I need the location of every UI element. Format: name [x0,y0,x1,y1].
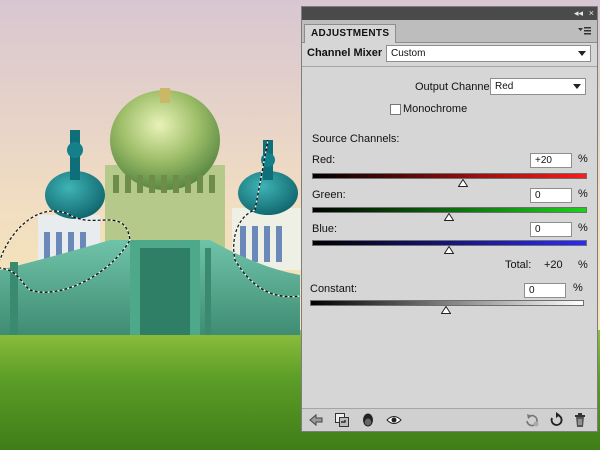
green-channel-label: Green: [312,189,346,201]
total-value: +20 [544,259,563,271]
source-channels-label: Source Channels: [312,133,400,145]
panel-bottom-toolbar [302,408,597,431]
adjustments-panel: ◂◂ × ADJUSTMENTS Channel Mixer Custom Ou… [301,6,598,432]
output-channel-label: Output Channel: [415,81,496,93]
output-channel-value: Red [495,81,514,92]
total-label: Total: [505,259,532,271]
red-slider-track[interactable] [312,173,587,179]
red-percent-unit: % [578,153,588,165]
blue-channel-label: Blue: [312,223,338,235]
clip-to-layer-icon[interactable] [334,412,350,428]
preset-header: Channel Mixer Custom [302,42,597,67]
chevron-down-icon [573,84,581,89]
panel-titlebar: ◂◂ × [302,7,597,20]
adjustment-type-label: Channel Mixer [307,47,383,59]
preset-dropdown[interactable]: Custom [386,45,591,62]
eye-icon[interactable] [386,412,402,428]
blue-percent-unit: % [578,222,588,234]
close-panel-icon[interactable]: × [589,7,594,20]
chevron-down-icon [578,51,586,56]
total-percent-unit: % [578,259,588,271]
trash-icon[interactable] [572,412,588,428]
reset-to-default-icon[interactable] [548,412,564,428]
preset-dropdown-value: Custom [391,48,426,59]
back-arrow-icon[interactable] [308,412,324,428]
monochrome-checkbox[interactable] [390,104,401,115]
monochrome-label: Monochrome [403,103,468,115]
constant-label: Constant: [310,283,358,295]
panel-tab-row: ADJUSTMENTS [302,20,597,43]
reset-to-previous-icon[interactable] [524,412,540,428]
constant-value-field[interactable]: 0 [524,283,566,298]
constant-percent-unit: % [573,282,583,294]
red-value-field[interactable]: +20 [530,153,572,168]
layer-visibility-state-icon[interactable] [360,412,376,428]
red-channel-label: Red: [312,154,336,166]
green-value-field[interactable]: 0 [530,188,572,203]
collapse-panel-icon[interactable]: ◂◂ [574,7,583,20]
panel-menu-icon[interactable] [577,25,591,37]
tab-adjustments[interactable]: ADJUSTMENTS [304,24,397,43]
output-channel-dropdown[interactable]: Red [490,78,586,95]
green-percent-unit: % [578,188,588,200]
blue-value-field[interactable]: 0 [530,222,572,237]
